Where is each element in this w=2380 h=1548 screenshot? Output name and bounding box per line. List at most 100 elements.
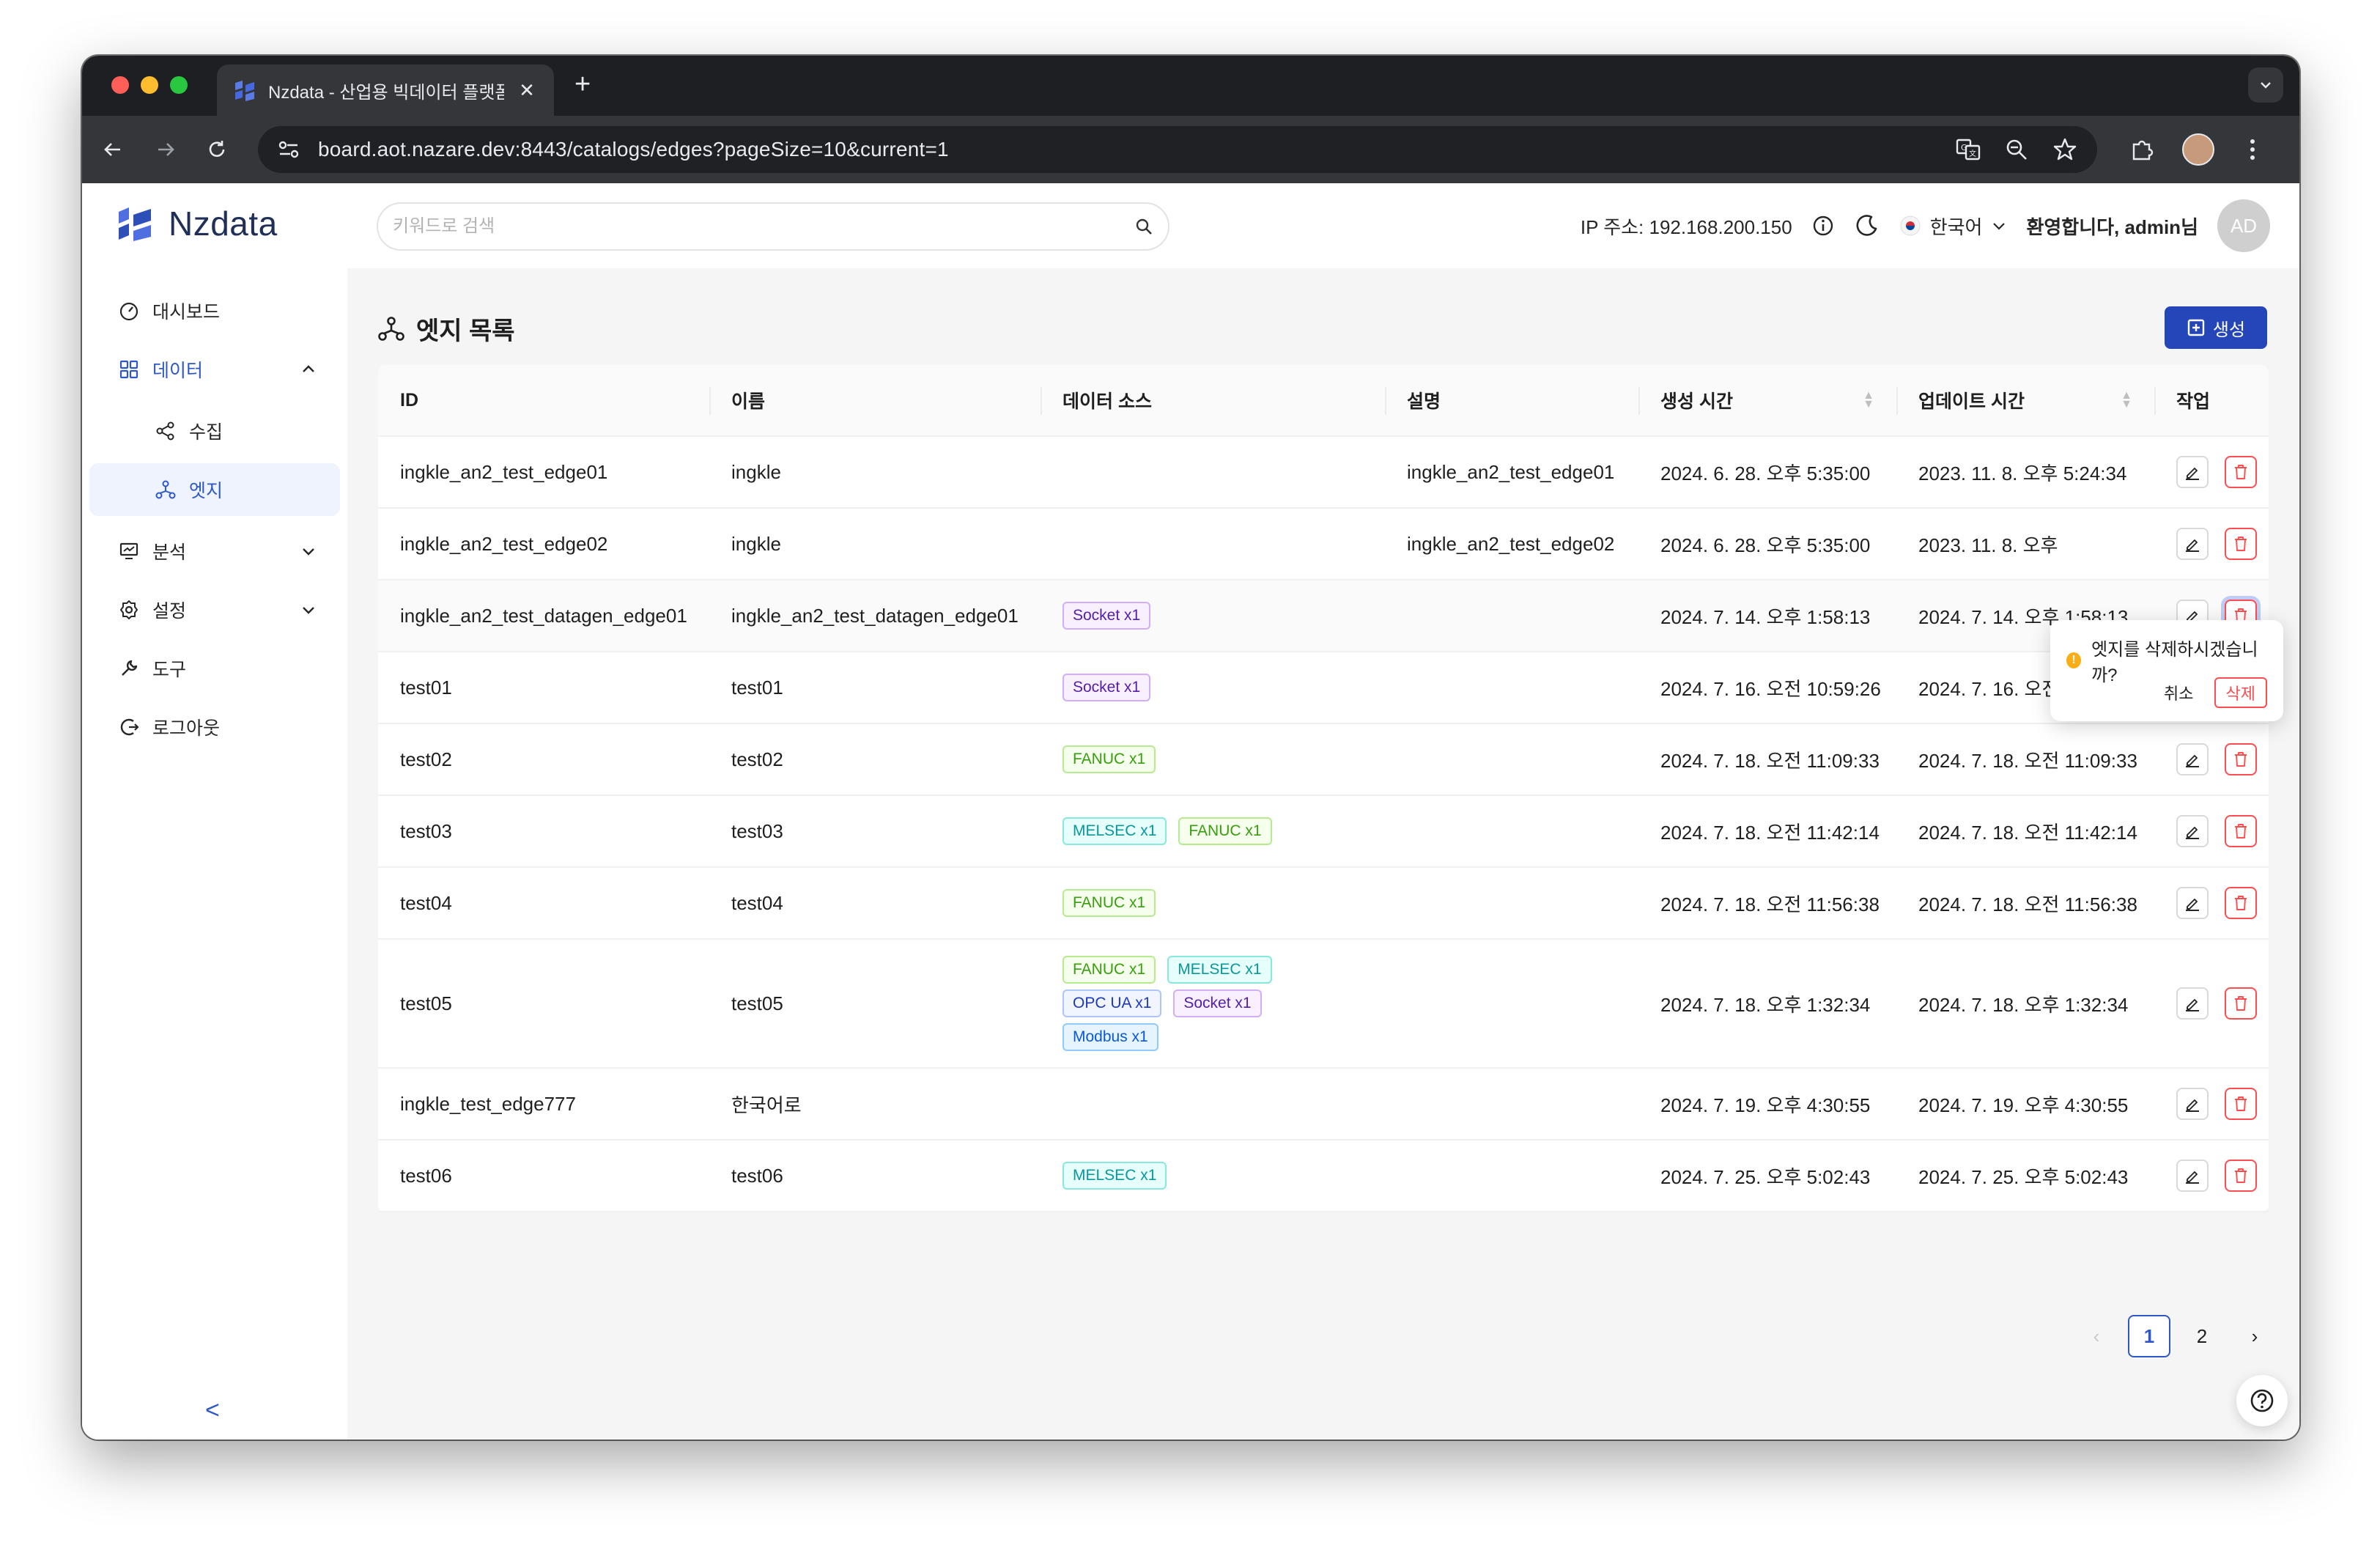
cell-actions [2154,437,2269,507]
popover-delete-button[interactable]: 삭제 [2214,677,2267,708]
edge-table: ID 이름 데이터 소스 설명 생성 시간 ▲ ▼ 업데이트 시간 ▲ ▼ 작업 ing… [378,365,2269,1212]
sidebar-item-dashboard[interactable]: 대시보드 [89,284,340,337]
search-input[interactable] [393,216,1134,237]
tab-search-button[interactable] [2248,67,2283,103]
cell-data-sources: Socket x1 [1041,580,1385,651]
cell-data-sources [1041,437,1385,507]
logo[interactable]: Nzdata [117,204,278,243]
zoom-button[interactable] [2002,135,2031,164]
info-circle-icon[interactable] [1811,214,1835,237]
sidebar-collapse-button[interactable]: < [205,1396,220,1425]
sort-icon[interactable]: ▲ ▼ [1863,390,1874,410]
page-2-button[interactable]: 2 [2181,1315,2223,1357]
delete-button[interactable] [2225,815,2257,847]
search-icon[interactable] [1134,217,1153,236]
browser-tab[interactable]: Nzdata - 산업용 빅데이터 플랫폼 ✕ [217,64,554,116]
sidebar-item-collect[interactable]: 수집 [89,405,340,457]
delete-button[interactable] [2225,1088,2257,1120]
maximize-window-button[interactable] [170,76,188,94]
language-selector[interactable]: 한국어 [1899,213,2008,240]
user-avatar[interactable]: AD [2217,199,2270,252]
browser-menu-button[interactable] [2236,133,2269,166]
sidebar-item-tools[interactable]: 도구 [89,642,340,695]
page-1-button[interactable]: 1 [2128,1315,2170,1357]
trash-icon [2235,752,2247,767]
search-box[interactable] [377,202,1169,251]
cell-name: test01 [731,676,783,699]
cell-name: test06 [731,1164,783,1187]
cell-updated-time: 2023. 11. 8. 오후 [1918,534,2058,556]
cell-created-time: 2024. 7. 25. 오후 5:02:43 [1660,1165,1871,1188]
sidebar-item-label: 대시보드 [152,302,221,322]
edit-button[interactable] [2176,528,2209,560]
sidebar-item-analysis[interactable]: 분석 [89,525,340,578]
edit-icon [2186,468,2199,480]
profile-button[interactable] [2182,133,2214,166]
delete-button[interactable] [2225,528,2257,560]
sidebar-item-label: 데이터 [152,361,204,381]
sidebar-item-data[interactable]: 데이터 [89,343,340,396]
edit-button[interactable] [2176,815,2209,847]
new-tab-button[interactable]: + [574,69,591,100]
edit-button[interactable] [2176,1160,2209,1192]
table-row: test06 test06 MELSEC x1 2024. 7. 25. 오후 5:0… [378,1140,2269,1212]
cell-created-time: 2024. 7. 18. 오전 11:42:14 [1660,821,1880,844]
page-title: 엣지 목록 [378,311,515,347]
sidebar-item-settings[interactable]: 설정 [89,583,340,636]
sort-icon[interactable]: ▲ ▼ [2121,390,2132,410]
cell-created-time: 2024. 6. 28. 오후 5:35:00 [1660,534,1871,556]
prev-page-button[interactable]: ‹ [2075,1315,2118,1357]
edit-button[interactable] [2176,456,2209,488]
cell-actions [2154,868,2269,938]
popover-cancel-button[interactable]: 취소 [2154,677,2204,708]
translate-button[interactable]: G文 [1954,135,1983,164]
next-page-button[interactable]: › [2233,1315,2276,1357]
delete-button[interactable] [2225,456,2257,488]
dashboard-icon [119,302,138,321]
edit-icon [2186,539,2199,552]
edit-icon [2186,899,2199,911]
cell-data-sources: FANUC x1 [1041,868,1385,938]
delete-button[interactable] [2225,987,2257,1020]
cell-id: test03 [400,819,452,842]
delete-button[interactable] [2225,1160,2257,1192]
edit-button[interactable] [2176,743,2209,775]
sidebar-item-edge[interactable]: 엣지 [89,463,340,516]
fund-projection-icon [119,542,138,559]
tab-close-button[interactable]: ✕ [516,79,538,102]
reload-button[interactable] [201,133,233,166]
extensions-button[interactable] [2126,133,2159,166]
site-settings-icon[interactable] [276,136,302,163]
cell-description: ingkle_an2_test_edge02 [1407,532,1615,555]
language-label: 한국어 [1929,215,1983,238]
cell-name: ingkle [731,460,781,483]
data-source-tag: FANUC x1 [1062,956,1156,984]
minimize-window-button[interactable] [141,76,158,94]
help-button[interactable] [2236,1375,2288,1426]
cell-name: test03 [731,819,783,842]
profile-avatar [2182,133,2214,166]
forward-button[interactable] [149,133,182,166]
bookmark-button[interactable] [2050,135,2080,164]
sidebar-item-logout[interactable]: 로그아웃 [89,701,340,753]
close-window-button[interactable] [111,76,129,94]
column-header-updated[interactable]: 업데이트 시간 ▲ ▼ [1896,365,2154,435]
cell-data-sources: Socket x1 [1041,652,1385,723]
delete-button[interactable] [2225,743,2257,775]
back-button[interactable] [97,133,129,166]
dark-mode-icon[interactable] [1854,213,1880,239]
delete-button[interactable] [2225,887,2257,919]
sidebar-item-label: 엣지 [189,481,223,501]
address-bar[interactable]: board.aot.nazare.dev:8443/catalogs/edges… [258,126,2097,173]
setting-icon [120,600,138,619]
welcome-message: 환영합니다, admin님 [2026,215,2198,238]
edit-button[interactable] [2176,887,2209,919]
edit-button[interactable] [2176,987,2209,1020]
column-header-created[interactable]: 생성 시간 ▲ ▼ [1638,365,1896,435]
sidebar-item-label: 로그아웃 [152,718,221,739]
create-edge-button[interactable]: 생성 [2165,306,2267,349]
cell-updated-time: 2023. 11. 8. 오후 5:24:34 [1918,462,2127,484]
edit-button[interactable] [2176,1088,2209,1120]
korea-flag-icon [1900,215,1921,236]
cell-description [1385,1069,1638,1139]
